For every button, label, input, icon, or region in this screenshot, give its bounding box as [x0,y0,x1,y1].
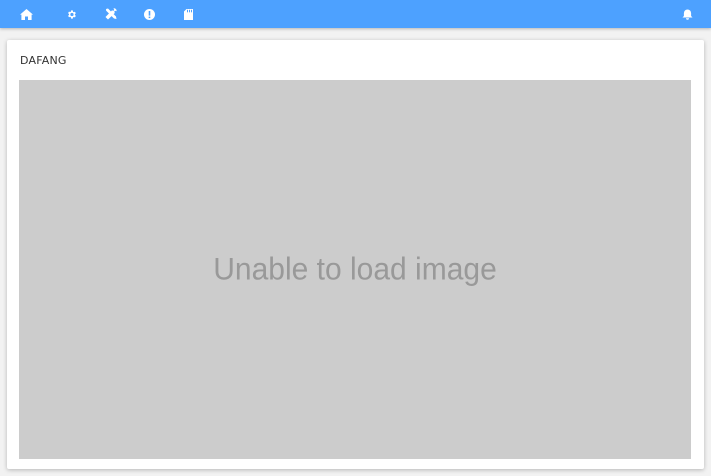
camera-card: DAFANG Unable to load image [7,40,704,469]
notifications-button[interactable] [677,0,697,28]
bell-icon [682,9,693,20]
sd-card-button[interactable] [169,0,208,28]
top-navbar [0,0,711,28]
gear-icon [66,9,77,20]
navbar-right-group [677,0,697,28]
camera-title: DAFANG [20,54,67,67]
info-icon [144,8,155,20]
settings-button[interactable] [52,0,91,28]
tools-button[interactable] [91,0,130,28]
home-icon [19,8,33,20]
navbar-left-group [0,0,208,28]
info-button[interactable] [130,0,169,28]
camera-image-placeholder[interactable]: Unable to load image [19,80,691,459]
sd-card-icon [184,8,193,20]
home-button[interactable] [0,0,52,28]
tools-icon [105,8,117,20]
image-error-message: Unable to load image [213,251,497,287]
